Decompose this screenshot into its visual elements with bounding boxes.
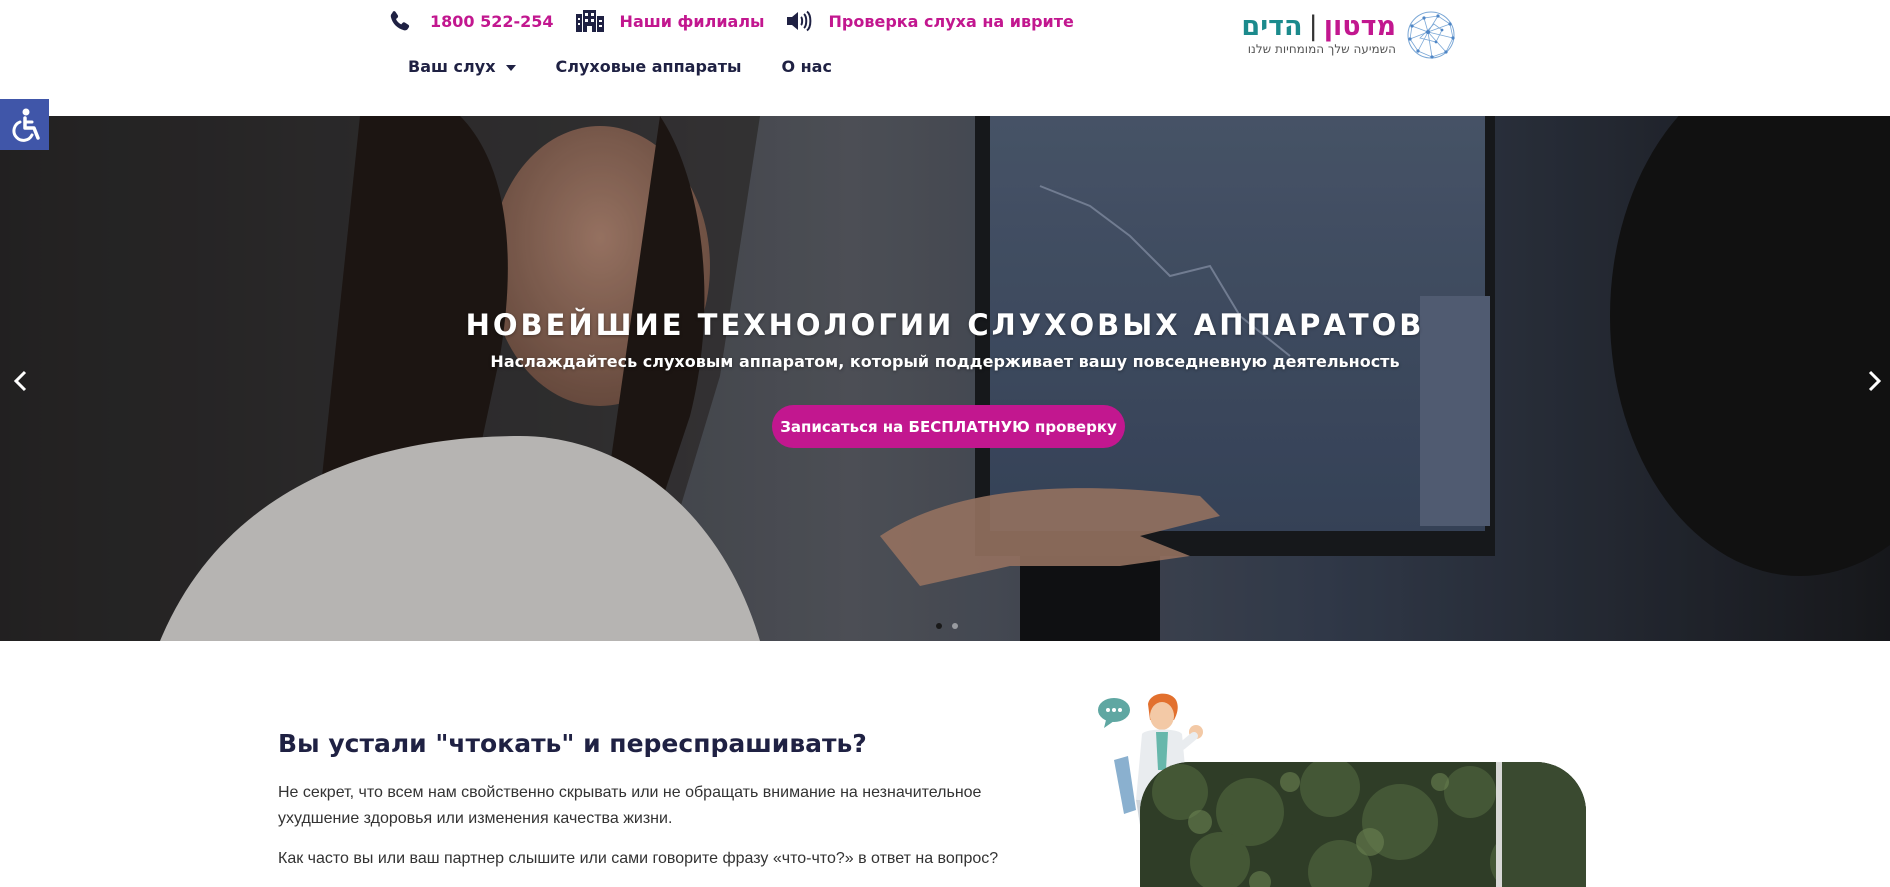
slider-prev-button[interactable]: [5, 366, 35, 396]
question-paragraph: Как часто вы или ваш партнер слышите или…: [278, 850, 999, 867]
slider-dot-2[interactable]: [952, 623, 958, 629]
outdoor-photo: [1140, 762, 1586, 887]
nav-item-label: Ваш слух: [408, 57, 496, 76]
logo-separator: |: [1308, 11, 1318, 42]
nav-item-your-hearing[interactable]: Ваш слух: [408, 57, 516, 76]
section-title: Вы устали "чтокать" и переспрашивать?: [278, 729, 867, 758]
nav-item-hearing-aids[interactable]: Слуховые аппараты: [556, 57, 742, 76]
nav-item-about[interactable]: О нас: [781, 57, 832, 76]
phone-link[interactable]: 1800 522-254: [386, 8, 554, 34]
free-checkup-button[interactable]: Записаться на БЕСПЛАТНУЮ проверку: [772, 405, 1125, 448]
hero-slider: НОВЕЙШИЕ ТЕХНОЛОГИИ СЛУХОВЫХ АППАРАТОВ Н…: [0, 116, 1890, 641]
accessibility-icon: [12, 108, 40, 142]
slider-next-button[interactable]: [1860, 366, 1890, 396]
globe-icon: [1407, 11, 1455, 59]
logo-tagline: השמיעה שלך המומחיות שלנו: [1247, 42, 1396, 56]
chevron-down-icon: [505, 64, 516, 71]
slider-dot-1[interactable]: [936, 623, 942, 629]
phone-number: 1800 522-254: [430, 11, 554, 31]
hero-background-image: [0, 116, 1890, 641]
branches-label: Наши филиалы: [619, 11, 765, 31]
logo-text: מדטון|הדים השמיעה שלך המומחיות שלנו: [1241, 12, 1396, 57]
logo-wordmark: מדטון|הדים: [1241, 12, 1396, 42]
logo[interactable]: מדטון|הדים השמיעה שלך המומחיות שלנו: [1236, 10, 1456, 60]
speaker-icon: [785, 8, 813, 34]
logo-name-part2: הדים: [1241, 11, 1303, 42]
page: 1800 522-254 Наши филиалы Проверка слуха…: [0, 0, 1890, 887]
hebrew-test-link[interactable]: Проверка слуха на иврите: [785, 8, 1074, 34]
branches-link[interactable]: Наши филиалы: [575, 8, 765, 34]
hero-title: НОВЕЙШИЕ ТЕХНОЛОГИИ СЛУХОВЫХ АППАРАТОВ: [465, 308, 1425, 342]
hero-subtitle: Наслаждайтесь слуховым аппаратом, которы…: [490, 352, 1400, 371]
main-nav: Ваш слух Слуховые аппараты О нас: [408, 57, 832, 76]
logo-name-part1: מדטון: [1323, 11, 1396, 42]
accessibility-button[interactable]: [0, 99, 49, 150]
hebrew-test-label: Проверка слуха на иврите: [828, 11, 1074, 31]
nav-item-label: О нас: [781, 57, 832, 76]
chevron-right-icon: [1868, 370, 1882, 392]
intro-paragraph: Не секрет, что всем нам свойственно скры…: [278, 784, 982, 827]
slider-pagination: [936, 623, 958, 629]
building-icon: [575, 8, 604, 34]
nav-item-label: Слуховые аппараты: [555, 57, 742, 76]
contact-bar: 1800 522-254 Наши филиалы Проверка слуха…: [386, 8, 1074, 34]
chevron-left-icon: [13, 370, 27, 392]
phone-icon: [386, 8, 414, 34]
